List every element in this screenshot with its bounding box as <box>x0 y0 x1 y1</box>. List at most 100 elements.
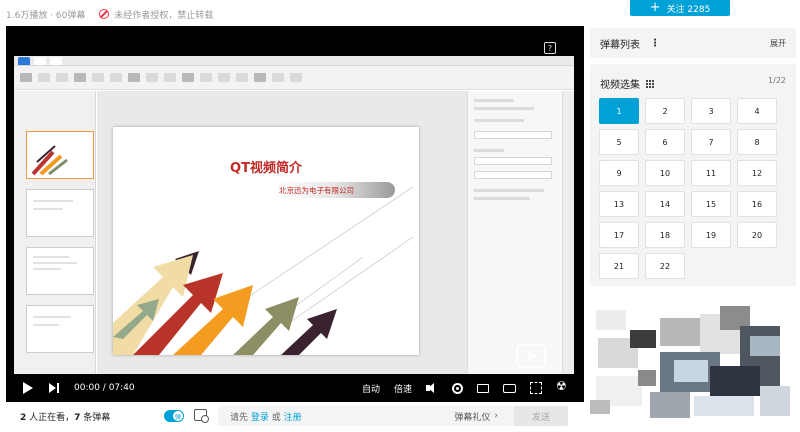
speed-button[interactable]: 倍速 <box>394 382 412 395</box>
episode-item[interactable]: 6 <box>645 129 685 155</box>
settings-gear-icon[interactable] <box>452 382 463 394</box>
video-page: 1.6万播放 · 60弹幕 未经作者授权，禁止转载 + 关注 2285 ? QT… <box>0 0 800 432</box>
plus-icon: + <box>649 0 661 15</box>
etiquette-label: 弹幕礼仪 <box>454 412 491 423</box>
frame-side-toolbar <box>562 91 574 381</box>
register-link[interactable]: 注册 <box>284 410 302 423</box>
ban-icon <box>99 9 110 19</box>
follow-button[interactable]: + 关注 2285 <box>630 0 730 16</box>
slide-thumbnails <box>14 91 96 381</box>
slide-subtitle: 北京迅为电子有限公司 <box>273 182 395 198</box>
frame-tool-icon <box>254 73 266 82</box>
episode-item[interactable]: 12 <box>737 160 777 186</box>
frame-tool-icon <box>92 73 104 82</box>
episode-item[interactable]: 11 <box>691 160 731 186</box>
fullscreen-icon[interactable] <box>530 382 542 394</box>
episode-item[interactable]: 3 <box>691 98 731 124</box>
video-player[interactable]: ? QT视频简介 北京迅为电子有限公司 <box>6 26 584 402</box>
episode-item[interactable]: 2 <box>645 98 685 124</box>
frame-tab <box>34 56 46 65</box>
send-button[interactable]: 发送 <box>514 406 568 426</box>
player-controls: 00:00 / 07:40 自动 倍速 <box>6 374 584 402</box>
episode-item[interactable]: 16 <box>737 191 777 217</box>
slide-canvas: QT视频简介 北京迅为电子有限公司 <box>97 91 467 381</box>
widescreen-icon[interactable] <box>503 383 516 393</box>
input-prompt-or: 或 <box>271 412 281 423</box>
episode-item[interactable]: 17 <box>599 222 639 248</box>
danmaku-settings-icon[interactable] <box>194 409 209 423</box>
play-icon[interactable] <box>22 382 34 394</box>
grid-view-icon[interactable] <box>646 79 654 88</box>
episode-item[interactable]: 1 <box>599 98 639 124</box>
episode-item[interactable]: 13 <box>599 191 639 217</box>
help-icon[interactable]: ? <box>544 42 556 54</box>
slide: QT视频简介 北京迅为电子有限公司 <box>113 127 419 355</box>
frame-tool-icon <box>182 73 194 82</box>
episode-item[interactable]: 8 <box>737 129 777 155</box>
episode-count: 1/22 <box>768 76 786 85</box>
episode-item[interactable]: 22 <box>645 253 685 279</box>
slide-thumbnail <box>26 131 94 179</box>
episode-item[interactable]: 5 <box>599 129 639 155</box>
follow-label: 关注 2285 <box>666 4 711 15</box>
frame-tool-icon <box>290 73 302 82</box>
auto-quality-button[interactable]: 自动 <box>362 382 380 395</box>
expand-button[interactable]: 展开 <box>770 38 786 49</box>
episode-item[interactable]: 9 <box>599 160 639 186</box>
frame-task-pane <box>467 91 574 381</box>
episode-item[interactable]: 15 <box>691 191 731 217</box>
danmaku-toggle[interactable] <box>164 410 184 422</box>
episode-panel: 视频选集 1/22 1 2 3 4 5 6 7 8 9 10 11 12 13 14 15 16 17 18 19 2… <box>590 64 796 286</box>
episode-item[interactable]: 21 <box>599 253 639 279</box>
thumbnail-arrows-icon <box>31 145 68 176</box>
episode-grid: 1 2 3 4 5 6 7 8 9 10 11 12 13 14 15 16 17 18 19 20 21 22 <box>599 98 789 279</box>
episode-item[interactable]: 20 <box>737 222 777 248</box>
login-link[interactable]: 登录 <box>251 410 269 423</box>
ad-image[interactable] <box>590 296 796 428</box>
danmaku-bar: 2 人正在看，7 条弹幕 请先 登录 或 注册 弹幕礼仪 › 发送 <box>6 404 584 428</box>
chevron-right-icon: › <box>494 411 498 421</box>
more-icon[interactable]: ⋮ <box>650 38 660 49</box>
viewer-info: 2 人正在看，7 条弹幕 <box>20 410 110 423</box>
frame-tool-icon <box>272 73 284 82</box>
ad-graphic <box>590 296 796 428</box>
viewer-text: 人正在看， <box>26 412 75 423</box>
episode-title-text: 视频选集 <box>600 80 640 91</box>
pip-icon[interactable] <box>477 383 489 393</box>
danmaku-text: 条弹幕 <box>80 412 111 423</box>
danmaku-list-header[interactable]: 弹幕列表 ⋮ 展开 <box>590 28 796 58</box>
slide-thumbnail <box>26 247 94 295</box>
frame-tool-icon <box>146 73 158 82</box>
next-icon[interactable] <box>48 382 60 394</box>
frame-tool-icon <box>128 73 140 82</box>
tv-play-icon[interactable] <box>516 344 546 368</box>
slide-thumbnail <box>26 305 94 353</box>
radiation-icon[interactable] <box>556 379 568 394</box>
time-display: 00:00 / 07:40 <box>74 383 135 393</box>
episode-item[interactable]: 7 <box>691 129 731 155</box>
frame-tool-icon <box>20 73 32 82</box>
frame-tool-icon <box>38 73 50 82</box>
frame-tab <box>18 56 30 65</box>
episode-panel-title: 视频选集 <box>600 76 654 91</box>
episode-item[interactable]: 18 <box>645 222 685 248</box>
frame-tab <box>50 56 62 65</box>
frame-tool-icon <box>56 73 68 82</box>
danmaku-input[interactable]: 请先 登录 或 注册 弹幕礼仪 › 发送 <box>218 406 568 426</box>
episode-item[interactable]: 19 <box>691 222 731 248</box>
episode-item[interactable]: 4 <box>737 98 777 124</box>
video-frame: QT视频简介 北京迅为电子有限公司 <box>14 56 574 398</box>
view-count: 1.6万播放 · 60弹幕 <box>6 10 86 21</box>
volume-icon[interactable] <box>426 382 438 394</box>
frame-tool-icon <box>74 73 86 82</box>
warning-text: 未经作者授权，禁止转载 <box>114 10 214 21</box>
frame-tool-icon <box>218 73 230 82</box>
episode-item[interactable]: 10 <box>645 160 685 186</box>
frame-tool-icon <box>164 73 176 82</box>
danmaku-etiquette-link[interactable]: 弹幕礼仪 › <box>454 410 498 423</box>
slide-thumbnail <box>26 189 94 237</box>
frame-tool-icon <box>200 73 212 82</box>
danmaku-list-title: 弹幕列表 <box>600 39 640 51</box>
episode-item[interactable]: 14 <box>645 191 685 217</box>
player-right-controls: 自动 倍速 <box>362 379 568 395</box>
